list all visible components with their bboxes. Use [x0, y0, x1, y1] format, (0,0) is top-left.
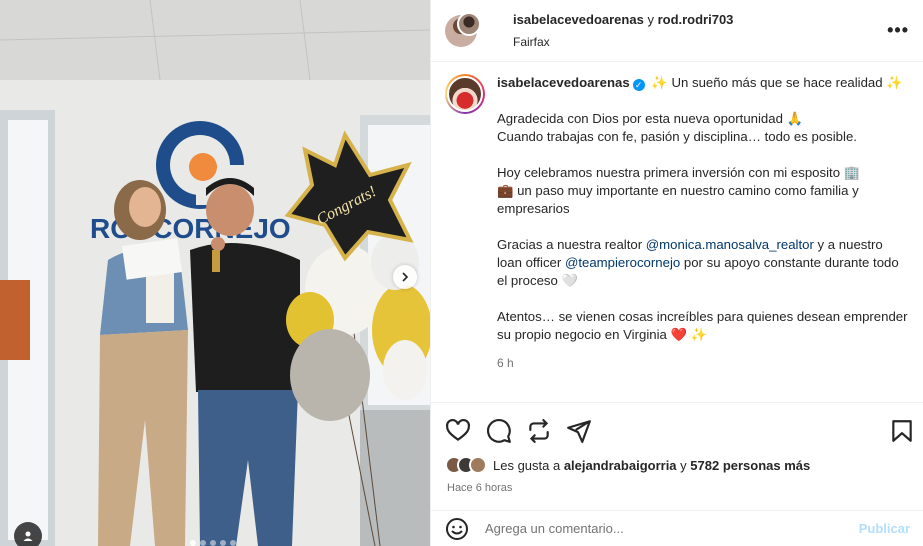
save-bookmark-icon[interactable]: [889, 418, 915, 444]
verified-badge-icon: ✓: [632, 79, 645, 91]
post-image-drawing: RODCORNEJO Congrats!: [0, 0, 430, 546]
comment-icon[interactable]: [486, 418, 512, 444]
caption-text: Gracias a nuestra realtor: [497, 237, 646, 252]
avatar-image: [447, 76, 483, 112]
caption-line: 💼 un paso muy importante en nuestro cami…: [497, 183, 859, 216]
caption-paragraph: Hoy celebramos nuestra primera inversión…: [497, 164, 910, 218]
caption-line: Hoy celebramos nuestra primera inversión…: [497, 165, 861, 180]
more-horizontal-icon: •••: [887, 20, 909, 40]
share-icon[interactable]: [566, 418, 592, 444]
likes-summary: Les gusta a alejandrabaigorria y 5782 pe…: [445, 456, 810, 474]
carousel-dot: [210, 540, 216, 546]
liker-username[interactable]: alejandrabaigorria: [564, 458, 677, 473]
likes-count[interactable]: 5782 personas más: [690, 458, 810, 473]
next-image-button[interactable]: [393, 265, 417, 289]
author-link[interactable]: isabelacevedoarenas: [513, 12, 644, 27]
more-options-button[interactable]: •••: [887, 20, 909, 41]
mention-link[interactable]: @monica.manosalva_realtor: [646, 237, 814, 252]
author-link[interactable]: rod.rodri703: [658, 12, 734, 27]
caption-line: Cuando trabajas con fe, pasión y discipl…: [497, 129, 857, 144]
carousel-dot: [230, 540, 236, 546]
user-icon: [23, 531, 33, 541]
likes-text: Les gusta a alejandrabaigorria y 5782 pe…: [493, 458, 810, 473]
author-names: isabelacevedoarenas y rod.rodri703: [513, 12, 733, 27]
post-photo[interactable]: RODCORNEJO Congrats!: [0, 0, 430, 546]
tagged-users-button[interactable]: [14, 522, 42, 546]
caption-timestamp[interactable]: 6 h: [497, 354, 910, 372]
comment-input[interactable]: [485, 521, 859, 536]
liker-avatar: [469, 456, 487, 474]
location-link[interactable]: Fairfax: [513, 35, 733, 49]
caption-body: isabelacevedoarenas ✓ ✨ Un sueño más que …: [497, 74, 910, 394]
caption-line: ✨ Un sueño más que se hace realidad ✨: [651, 75, 903, 90]
caption-avatar[interactable]: [445, 74, 485, 114]
carousel-dot: [220, 540, 226, 546]
author-connector: y: [647, 12, 654, 27]
likes-prefix: Les gusta a: [493, 457, 564, 473]
post-header: isabelacevedoarenas y rod.rodri703 Fairf…: [431, 0, 923, 62]
carousel-dot: [190, 540, 196, 546]
caption-paragraph: Atentos… se vienen cosas increíbles para…: [497, 308, 910, 344]
caption-line: Agradecida con Dios por esta nueva oport…: [497, 111, 804, 126]
carousel-dots: [190, 540, 236, 546]
post-date[interactable]: Hace 6 horas: [447, 482, 512, 494]
chevron-right-icon: [402, 272, 409, 282]
post-authors: isabelacevedoarenas y rod.rodri703 Fairf…: [513, 12, 733, 49]
caption-paragraph: Gracias a nuestra realtor @monica.manosa…: [497, 236, 910, 290]
repost-icon[interactable]: [526, 418, 552, 444]
comment-bar: Publicar: [431, 510, 923, 546]
caption-paragraph: Agradecida con Dios por esta nueva oport…: [497, 110, 910, 146]
caption-username[interactable]: isabelacevedoarenas: [497, 75, 630, 90]
emoji-icon[interactable]: [445, 517, 469, 541]
likes-connector: y: [676, 457, 691, 473]
post-panel: isabelacevedoarenas y rod.rodri703 Fairf…: [430, 0, 923, 546]
like-heart-icon[interactable]: [445, 418, 471, 444]
action-bar: [431, 402, 923, 458]
publish-button[interactable]: Publicar: [859, 521, 910, 536]
carousel-dot: [200, 540, 206, 546]
caption-line: Atentos… se vienen cosas increíbles para…: [497, 309, 908, 342]
avatar[interactable]: [457, 12, 481, 36]
post-caption: isabelacevedoarenas ✓ ✨ Un sueño más que …: [445, 74, 910, 394]
mention-link[interactable]: @teampierocornejo: [565, 255, 680, 270]
caption-paragraph: isabelacevedoarenas ✓ ✨ Un sueño más que …: [497, 74, 910, 92]
